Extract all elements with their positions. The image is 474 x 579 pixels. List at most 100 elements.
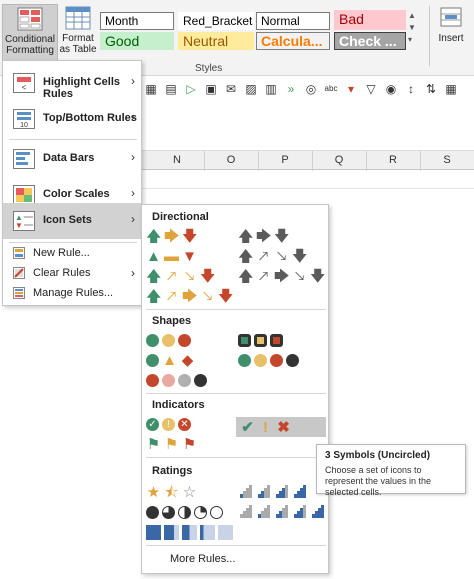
icon-set-3-signs[interactable]: ▲ ◆ <box>146 351 195 369</box>
signal-bars-icon <box>274 504 289 520</box>
arrow-down-right-icon: 🡖 <box>276 247 287 265</box>
style-calculation[interactable]: Calcula... <box>256 32 330 50</box>
exclamation-icon: ! <box>263 418 268 436</box>
style-red-brackets[interactable]: Red_Brackets <box>178 12 254 30</box>
yellow-triangle-icon: ▲ <box>162 351 177 369</box>
menu-divider <box>9 139 137 140</box>
x-icon: ✖ <box>277 418 290 436</box>
mail-icon[interactable]: ✉ <box>224 82 238 96</box>
menu-item-new-rule[interactable]: New Rule... <box>3 243 141 263</box>
style-normal[interactable]: Normal <box>256 12 330 30</box>
red-diamond-icon: ◆ <box>181 351 194 369</box>
signal-bars-icon <box>238 504 253 520</box>
star-empty-icon: ☆ <box>182 483 197 501</box>
menu-item-icon-sets[interactable]: ▲ ▼ Icon Sets › <box>3 203 141 239</box>
sort-az-icon[interactable]: ↕ <box>404 82 418 96</box>
box-full-icon <box>146 524 161 540</box>
target-icon[interactable]: ◎ <box>304 82 318 96</box>
box-half-icon <box>182 524 197 540</box>
icon-set-5-boxes[interactable] <box>146 523 233 541</box>
icon-set-3-symbols-uncircled[interactable]: ✔! ✖ <box>236 417 326 437</box>
icon-set-5-arrows-colored[interactable]: 🡅 🡕 🡆 🡖 🡇 <box>146 287 233 305</box>
record-icon[interactable]: ◉ <box>384 82 398 96</box>
column-headers: N O P Q R S <box>142 150 474 171</box>
arrow-up-icon: 🡅 <box>238 267 254 285</box>
menu-item-manage-rules[interactable]: Manage Rules... <box>3 283 141 303</box>
icon-set-5-ratings[interactable] <box>238 503 325 521</box>
filter-icon[interactable]: ▽ <box>364 82 378 96</box>
icon-set-3-arrows-colored[interactable]: 🡅 🡆 🡇 <box>146 227 197 245</box>
format-as-table-label: Format as Table <box>59 33 97 55</box>
menu-item-top-bottom-rules[interactable]: 10 Top/Bottom Rules › <box>3 101 141 137</box>
arrow-right-icon: 🡆 <box>274 267 290 285</box>
tooltip-title: 3 Symbols (Uncircled) <box>325 450 431 461</box>
icon-set-4-ratings[interactable] <box>238 483 307 501</box>
spelling-icon[interactable]: abc <box>324 82 338 96</box>
icon-set-3-traffic-lights[interactable] <box>146 331 191 349</box>
column-header[interactable]: O <box>204 154 258 166</box>
icon-set-4-arrows-gray[interactable]: 🡅 🡕 🡖 🡇 <box>238 247 307 265</box>
section-ratings: Ratings <box>152 465 193 477</box>
arrow-down-icon: 🡇 <box>182 227 198 245</box>
icon-set-3-triangles[interactable]: ▲ ▬ ▼ <box>146 247 197 265</box>
icon-set-5-quarters[interactable] <box>146 503 223 521</box>
style-good[interactable]: Good <box>100 32 174 50</box>
camera-icon[interactable]: ▦ <box>444 82 458 96</box>
more-rules-link[interactable]: More Rules... <box>170 553 235 565</box>
table-icon[interactable]: ▤ <box>164 82 178 96</box>
icon-set-3-symbols-circled[interactable]: ✓! ✕ <box>146 415 191 433</box>
data-bars-icon <box>13 149 35 169</box>
style-check-cell[interactable]: Check ... <box>334 32 406 50</box>
new-rule-icon <box>13 247 25 259</box>
cell-styles-gallery: Month Red_Brackets Normal Bad Good Neutr… <box>100 10 416 52</box>
red-circle-icon <box>178 333 191 347</box>
icon-set-4-traffic-lights[interactable] <box>238 351 299 369</box>
menu-item-data-bars[interactable]: Data Bars › <box>3 141 141 177</box>
icon-set-3-arrows-gray[interactable]: 🡅 🡆 🡇 <box>238 227 289 245</box>
conditional-formatting-button[interactable]: Conditional Formatting <box>2 4 58 64</box>
arrow-down-icon: 🡇 <box>218 287 234 305</box>
column-header[interactable]: N <box>150 154 204 166</box>
green-circle-icon <box>146 333 159 347</box>
grid-icon[interactable]: ▦ <box>144 82 158 96</box>
menu-item-highlight-cells-rules[interactable]: < Highlight Cells Rules › <box>3 65 141 101</box>
style-bad[interactable]: Bad <box>334 10 406 30</box>
image-icon[interactable]: ▨ <box>244 82 258 96</box>
style-neutral[interactable]: Neutral <box>178 32 254 50</box>
icon-set-5-arrows-gray[interactable]: 🡅 🡕 🡆 🡖 🡇 <box>238 267 325 285</box>
signal-bars-icon <box>256 484 271 500</box>
sort-za-icon[interactable]: ⇅ <box>424 82 438 96</box>
fill-color-icon[interactable]: ▾ <box>344 82 358 96</box>
format-as-table-button[interactable]: Format as Table <box>58 4 98 64</box>
insert-button[interactable]: Insert <box>437 4 465 64</box>
column-header[interactable]: P <box>258 154 312 166</box>
quarter-empty-icon <box>210 505 223 519</box>
icon-set-3-traffic-lights-rimmed[interactable] <box>238 331 283 349</box>
column-header[interactable]: R <box>366 154 420 166</box>
style-month[interactable]: Month <box>100 12 174 30</box>
document-icon[interactable]: ▥ <box>264 82 278 96</box>
icon-set-4-red-to-black[interactable] <box>146 371 207 389</box>
signal-bars-icon <box>274 484 289 500</box>
signal-bars-icon <box>256 504 271 520</box>
icon-set-4-arrows-colored[interactable]: 🡅 🡕 🡖 🡇 <box>146 267 215 285</box>
form-icon[interactable]: ▣ <box>204 82 218 96</box>
highlight-cells-icon: < <box>13 73 35 93</box>
arrow-down-icon: 🡇 <box>292 247 308 265</box>
play-icon[interactable]: ▷ <box>184 82 198 96</box>
conditional-formatting-icon <box>17 7 43 31</box>
column-header[interactable]: S <box>420 154 474 166</box>
triangle-down-icon: ▼ <box>182 247 197 265</box>
grid-row-line <box>142 188 474 189</box>
forward-icon[interactable]: » <box>284 82 298 96</box>
top-bottom-icon: 10 <box>13 109 35 129</box>
arrow-down-icon: 🡇 <box>200 267 216 285</box>
gallery-scroll[interactable]: ▲ ▼ ▾ <box>408 10 416 50</box>
column-header[interactable]: Q <box>312 154 366 166</box>
icon-set-3-flags[interactable]: ⚑ ⚑ ⚑ <box>146 435 197 453</box>
menu-item-clear-rules[interactable]: Clear Rules › <box>3 263 141 283</box>
arrow-down-right-icon: 🡖 <box>184 267 195 285</box>
format-as-table-icon <box>65 6 91 30</box>
icon-set-3-stars[interactable]: ★ ⯪ ☆ <box>146 483 197 501</box>
red-circle-icon <box>270 353 283 367</box>
